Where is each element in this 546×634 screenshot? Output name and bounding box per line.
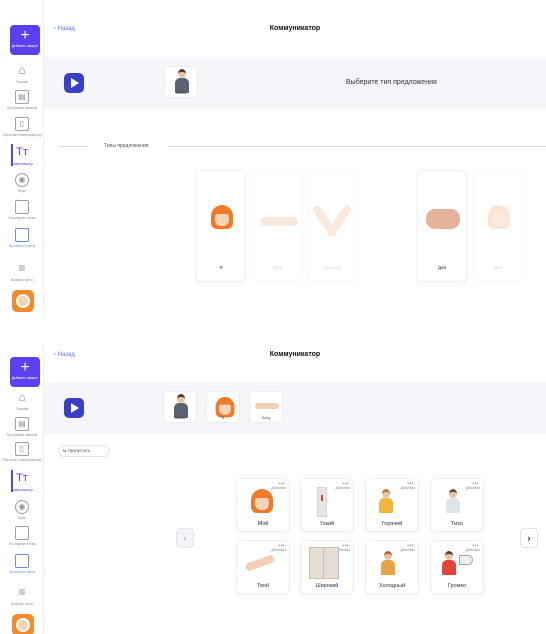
reports-icon xyxy=(15,228,29,242)
avatar[interactable] xyxy=(12,290,34,312)
sentence-card-want[interactable]: Хочу xyxy=(253,170,303,282)
sidebar-item-photo[interactable]: ≡ Выбрать фото xyxy=(0,262,44,282)
gamepad-icon: ◉ xyxy=(15,500,29,514)
text-tt-icon: Tт xyxy=(16,472,28,484)
word-card-tikho[interactable]: ••• Действия Тихо xyxy=(430,478,484,532)
chip-ya[interactable]: Я xyxy=(206,391,240,423)
gamepad-icon: ◉ xyxy=(15,173,29,187)
sidebar-item-games[interactable]: ◉ Игры xyxy=(0,500,44,520)
sentence-card-give[interactable]: Дай xyxy=(417,170,467,282)
word-card-moy[interactable]: ••• Действия Мой xyxy=(236,478,290,532)
girl-illustration xyxy=(488,205,510,231)
skip-icon: ⇆ xyxy=(63,448,67,453)
sidebar: + Добавить аккаунт ⌂ Главная ▤ Программа… xyxy=(0,344,44,634)
word-card-goryachiy[interactable]: ••• Действия Горячий xyxy=(365,478,419,532)
girl-cold-illustration xyxy=(380,551,396,575)
sentence-strip: Мама Выберите тип предложения xyxy=(44,57,546,109)
word-card-gromko[interactable]: ••• Действия Громко xyxy=(430,540,484,594)
pointing-hand-illustration xyxy=(244,554,276,572)
word-card-uzkiy[interactable]: ••• Действия Узкий xyxy=(300,478,354,532)
sidebar: + Добавить аккаунт ⌂ Главная ▤ Программа… xyxy=(0,0,44,318)
sidebar-item-home[interactable]: ⌂ Главная xyxy=(0,64,44,84)
page-title: Коммуникатор xyxy=(269,25,321,32)
photo-icon: ≡ xyxy=(18,585,26,599)
boy-loud-illustration xyxy=(441,551,457,575)
sidebar-item-reports[interactable]: Прошлые отчеты xyxy=(0,554,44,574)
girl-illustration xyxy=(211,205,233,231)
chip-mama[interactable]: Мама xyxy=(164,66,198,98)
text-tt-icon: Tт xyxy=(16,146,28,158)
sidebar-item-learning[interactable]: ▯ Обучение Коммуникатору xyxy=(0,442,44,462)
sidebar-item-learning[interactable]: ▯ Обучение Коммуникатору xyxy=(0,117,44,137)
sidebar-item-home[interactable]: ⌂ Главная xyxy=(0,391,44,411)
sentence-card-dont-want[interactable]: Не хочу xyxy=(308,170,358,282)
next-page-button[interactable]: › xyxy=(520,528,538,548)
sentence-card-ya[interactable]: Я xyxy=(196,170,246,282)
sidebar-item-program[interactable]: ▤ Программа занятий xyxy=(0,90,44,110)
play-button[interactable] xyxy=(64,398,84,418)
program-icon: ▤ xyxy=(15,90,29,104)
prev-page-button[interactable]: ‹ xyxy=(176,528,194,548)
megaphone-icon xyxy=(459,555,473,565)
sidebar-item-photo[interactable]: ≡ Выбрать фото xyxy=(0,586,44,606)
word-card-shirokiy[interactable]: ••• Действия Широкий xyxy=(300,540,354,594)
plus-icon: + xyxy=(20,359,30,376)
narrow-cabinet-illustration xyxy=(317,487,327,517)
girl-hot-illustration xyxy=(378,489,394,513)
recent-words-icon xyxy=(15,200,29,214)
communicator-screen-word-select: + Добавить аккаунт ⌂ Главная ▤ Программа… xyxy=(0,344,546,634)
sidebar-item-communicator[interactable]: Tт Коммуникатор xyxy=(0,470,44,492)
page-title: Коммуникатор xyxy=(269,351,321,358)
word-card-tvoy[interactable]: ••• Действия Твой xyxy=(236,540,290,594)
sentence-strip: Мама Я Хочу xyxy=(44,382,546,434)
learning-icon: ▯ xyxy=(15,442,29,456)
sidebar-item-program[interactable]: ▤ Программа занятий xyxy=(0,417,44,437)
wide-cabinet-illustration xyxy=(309,547,339,579)
photo-icon: ≡ xyxy=(18,261,26,275)
chip-mama[interactable]: Мама xyxy=(163,391,197,423)
communicator-screen-sentence-type: + Добавить аккаунт ⌂ Главная ▤ Программа… xyxy=(0,0,546,318)
program-icon: ▤ xyxy=(15,417,29,431)
section-title: Типы предложения xyxy=(101,143,152,149)
home-icon: ⌂ xyxy=(18,63,26,77)
reports-icon xyxy=(15,554,29,568)
recent-words-icon xyxy=(15,526,29,540)
skip-button[interactable]: ⇆ Пропустить xyxy=(58,445,110,457)
sidebar-item-recent-words[interactable]: Последние слова xyxy=(0,526,44,546)
chip-want[interactable]: Хочу xyxy=(249,391,283,423)
cupped-hands-illustration xyxy=(426,209,460,229)
add-account-button[interactable]: + Добавить аккаунт xyxy=(10,357,40,387)
girl-illustration xyxy=(251,489,273,515)
sidebar-item-communicator[interactable]: Tт Коммуникатор xyxy=(0,144,44,166)
sentence-card-me[interactable]: Мне xyxy=(473,170,523,282)
hand-illustration xyxy=(255,403,279,409)
hand-illustration xyxy=(260,217,298,226)
word-card-kholodny[interactable]: ••• Действия Холодный xyxy=(365,540,419,594)
sidebar-item-games[interactable]: ◉ Игры xyxy=(0,173,44,193)
home-icon: ⌂ xyxy=(18,390,26,404)
prompt-text: Выберите тип предложения xyxy=(346,79,437,86)
learning-icon: ▯ xyxy=(15,117,29,131)
avatar[interactable] xyxy=(12,614,34,634)
sidebar-item-recent-words[interactable]: Последние слова xyxy=(0,200,44,220)
sidebar-item-reports[interactable]: Прошлые отчеты xyxy=(0,228,44,248)
boy-quiet-illustration xyxy=(445,489,461,513)
play-button[interactable] xyxy=(64,73,84,93)
